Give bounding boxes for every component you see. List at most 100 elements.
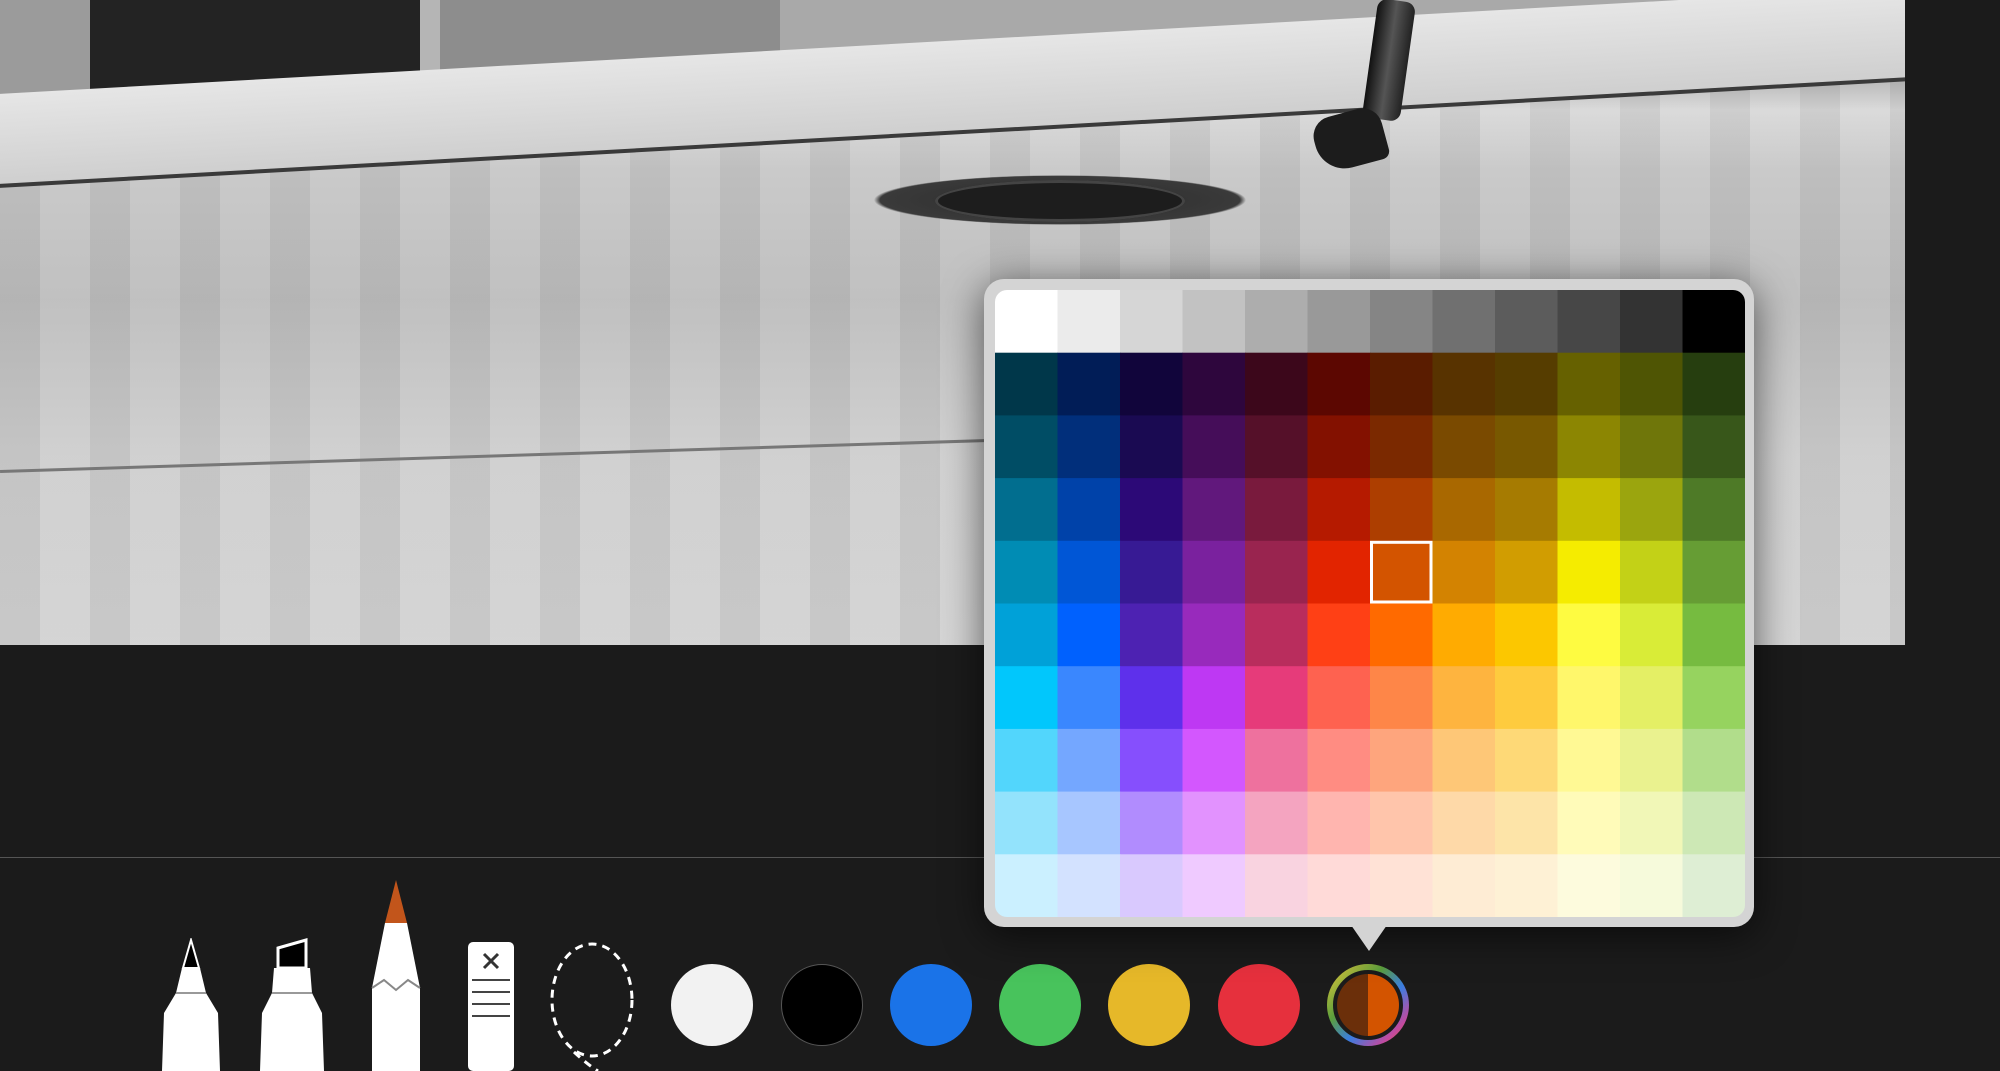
color-cell[interactable] [1182,603,1246,667]
color-cell[interactable] [1245,666,1308,730]
color-cell[interactable] [1620,603,1683,667]
color-cell[interactable] [1057,603,1121,667]
color-cell[interactable] [1057,352,1121,416]
color-cell[interactable] [1432,666,1496,730]
color-cell[interactable] [1120,540,1183,604]
color-cell[interactable] [1495,791,1558,855]
color-cell[interactable] [1057,854,1121,917]
color-cell[interactable] [1620,854,1683,917]
color-cell[interactable] [1557,352,1621,416]
color-cell[interactable] [1057,540,1121,604]
lasso-icon[interactable] [548,940,638,1071]
color-cell[interactable] [1432,854,1496,917]
color-cell[interactable] [1307,540,1371,604]
color-cell[interactable] [1682,540,1746,604]
color-cell[interactable] [1370,666,1433,730]
color-cell[interactable] [1682,603,1746,667]
color-cell[interactable] [1620,540,1683,604]
color-cell[interactable] [1557,728,1621,793]
color-cell[interactable] [1432,290,1496,354]
color-cell[interactable] [1057,478,1121,542]
color-cell[interactable] [1370,415,1433,479]
color-cell[interactable] [1370,478,1433,542]
color-cell[interactable] [1557,415,1621,479]
marker-icon[interactable] [258,938,326,1071]
color-cell[interactable] [1120,791,1183,855]
color-cell[interactable] [1557,854,1621,917]
color-cell[interactable] [1495,603,1558,667]
color-cell[interactable] [1245,540,1308,604]
color-cell[interactable] [1620,415,1683,479]
color-cell[interactable] [1432,728,1496,793]
color-cell[interactable] [1307,854,1371,917]
color-cell[interactable] [995,728,1058,793]
color-cell[interactable] [1120,478,1183,542]
color-cell[interactable] [1557,791,1621,855]
color-cell[interactable] [995,352,1058,416]
swatch-black[interactable] [781,964,863,1046]
color-cell[interactable] [1120,290,1183,354]
color-cell[interactable] [1432,415,1496,479]
color-cell[interactable] [1182,540,1246,604]
color-cell[interactable] [1432,478,1496,542]
color-cell[interactable] [1057,728,1121,793]
color-cell[interactable] [1370,352,1433,416]
color-cell[interactable] [1495,478,1558,542]
color-cell[interactable] [1307,415,1371,479]
color-cell[interactable] [995,854,1058,917]
color-cell[interactable] [1557,540,1621,604]
color-cell[interactable] [1682,290,1746,354]
color-cell[interactable] [1057,666,1121,730]
color-cell[interactable] [1682,791,1746,855]
color-cell[interactable] [1057,791,1121,855]
swatch-white[interactable] [671,964,753,1046]
color-cell[interactable] [1120,666,1183,730]
color-cell[interactable] [1370,728,1433,793]
color-cell[interactable] [1620,728,1683,793]
color-cell[interactable] [1557,666,1621,730]
color-cell[interactable] [1120,352,1183,416]
color-cell[interactable] [1245,791,1308,855]
color-cell[interactable] [995,791,1058,855]
color-cell[interactable] [1245,603,1308,667]
color-cell[interactable] [1182,290,1246,354]
color-cell[interactable] [1120,415,1183,479]
color-cell[interactable] [1682,854,1746,917]
color-cell[interactable] [1307,791,1371,855]
color-cell[interactable] [1120,603,1183,667]
color-cell[interactable] [995,290,1058,354]
color-cell[interactable] [1307,728,1371,793]
color-cell[interactable] [1182,791,1246,855]
color-cell[interactable] [1432,603,1496,667]
eraser-icon[interactable] [466,940,516,1071]
color-cell[interactable] [1557,603,1621,667]
color-cell[interactable] [1120,728,1183,793]
color-cell[interactable] [1682,415,1746,479]
swatch-yellow[interactable] [1108,964,1190,1046]
color-cell[interactable] [1495,290,1558,354]
color-cell[interactable] [1245,478,1308,542]
color-cell[interactable] [1182,666,1246,730]
color-cell[interactable] [1057,290,1121,354]
color-cell[interactable] [1495,666,1558,730]
color-cell[interactable] [1182,352,1246,416]
swatch-green[interactable] [999,964,1081,1046]
color-cell[interactable] [1557,290,1621,354]
swatch-red[interactable] [1218,964,1300,1046]
color-cell[interactable] [1620,478,1683,542]
color-cell[interactable] [1620,791,1683,855]
color-cell[interactable] [1370,540,1433,604]
color-cell[interactable] [1495,728,1558,793]
color-cell[interactable] [1495,352,1558,416]
color-cell[interactable] [1370,854,1433,917]
pencil-icon[interactable] [370,878,422,1071]
color-cell[interactable] [995,478,1058,542]
color-cell[interactable] [995,415,1058,479]
color-cell[interactable] [1682,728,1746,793]
color-cell[interactable] [1682,478,1746,542]
color-cell[interactable] [1495,540,1558,604]
color-cell[interactable] [995,540,1058,604]
color-cell[interactable] [1370,603,1433,667]
color-cell[interactable] [1370,290,1433,354]
color-cell[interactable] [1432,352,1496,416]
